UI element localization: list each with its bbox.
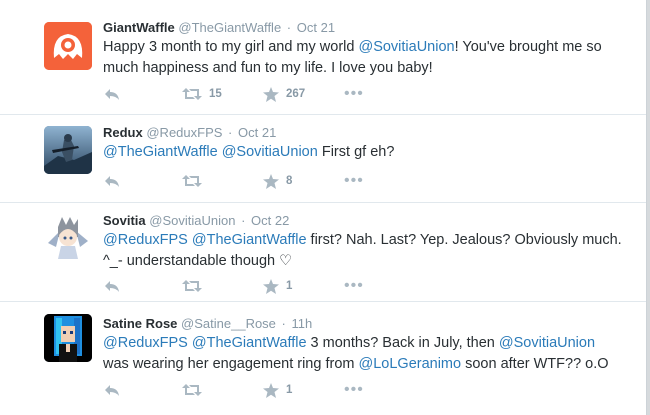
avatar[interactable] [44, 22, 92, 70]
avatar[interactable] [44, 126, 92, 174]
mention-link[interactable]: @TheGiantWaffle [192, 232, 307, 248]
favorite-count: 1 [286, 384, 293, 396]
reply-icon [105, 89, 119, 100]
monster-logo-icon [44, 22, 92, 70]
favorite-count: 8 [286, 175, 293, 187]
more-icon: ••• [344, 277, 364, 294]
tweet-header: Sovitia @SovitiaUnion · Oct 22 [103, 213, 289, 229]
avatar[interactable] [44, 213, 92, 261]
star-icon [263, 278, 279, 294]
tweet-header: Redux @ReduxFPS · Oct 21 [103, 125, 276, 141]
retweet-button[interactable]: 15 [182, 85, 222, 103]
timeline: GiantWaffle @TheGiantWaffle · Oct 21 Hap… [0, 0, 647, 415]
more-button[interactable]: ••• [344, 381, 364, 399]
tweet-item[interactable]: GiantWaffle @TheGiantWaffle · Oct 21 Hap… [0, 0, 646, 115]
mention-link[interactable]: @LoLGeranimo [359, 356, 462, 372]
handle[interactable]: @Satine__Rose [181, 316, 276, 331]
retweet-count: 15 [209, 88, 222, 100]
favorite-button[interactable]: 1 [263, 277, 292, 295]
star-icon [263, 173, 279, 189]
timestamp[interactable]: 11h [292, 316, 313, 331]
reply-button[interactable] [104, 172, 120, 190]
separator: · [241, 213, 246, 228]
more-icon: ••• [344, 85, 364, 102]
handle[interactable]: @ReduxFPS [146, 125, 222, 140]
tweet-text: @ReduxFPS @TheGiantWaffle 3 months? Back… [103, 335, 609, 372]
retweet-button[interactable] [182, 172, 209, 190]
tweet-item[interactable]: Sovitia @SovitiaUnion · Oct 22 @ReduxFPS… [0, 203, 646, 302]
handle[interactable]: @TheGiantWaffle [178, 20, 281, 35]
tweet-header: GiantWaffle @TheGiantWaffle · Oct 21 [103, 20, 335, 36]
mention-link[interactable]: @TheGiantWaffle [192, 335, 307, 351]
more-button[interactable]: ••• [344, 85, 364, 103]
reply-button[interactable] [104, 85, 120, 103]
separator: · [281, 316, 286, 331]
display-name[interactable]: GiantWaffle [103, 20, 175, 35]
reply-button[interactable] [104, 381, 120, 399]
retweet-icon [182, 280, 202, 292]
more-button[interactable]: ••• [344, 172, 364, 190]
reply-icon [105, 176, 119, 187]
avatar[interactable] [44, 314, 92, 362]
star-icon [263, 382, 279, 398]
mention-link[interactable]: @ReduxFPS [103, 335, 188, 351]
tweet-item[interactable]: Satine Rose @Satine__Rose · 11h @ReduxFP… [0, 302, 646, 415]
separator: · [286, 20, 292, 35]
star-icon [263, 86, 279, 102]
mention-link[interactable]: @ReduxFPS [103, 232, 188, 248]
favorite-count: 1 [286, 280, 293, 292]
retweet-icon [182, 175, 202, 187]
reply-icon [105, 385, 119, 396]
more-button[interactable]: ••• [344, 277, 364, 295]
more-icon: ••• [344, 172, 364, 189]
tweet-text: Happy 3 month to my girl and my world @S… [103, 39, 602, 76]
timestamp[interactable]: Oct 21 [297, 20, 335, 35]
display-name[interactable]: Redux [103, 125, 143, 140]
mention-link[interactable]: @SovitiaUnion [358, 39, 454, 55]
retweet-button[interactable] [182, 277, 209, 295]
retweet-button[interactable] [182, 381, 209, 399]
display-name[interactable]: Sovitia [103, 213, 146, 228]
display-name[interactable]: Satine Rose [103, 316, 177, 331]
timestamp[interactable]: Oct 21 [238, 125, 276, 140]
retweet-icon [182, 88, 202, 100]
anime-character-icon [44, 213, 92, 261]
retweet-icon [182, 384, 202, 396]
mention-link[interactable]: @TheGiantWaffle [103, 144, 218, 160]
favorite-button[interactable]: 267 [263, 85, 305, 103]
more-icon: ••• [344, 381, 364, 398]
favorite-button[interactable]: 8 [263, 172, 292, 190]
tweet-text: @TheGiantWaffle @SovitiaUnion First gf e… [103, 144, 395, 160]
tweet-header: Satine Rose @Satine__Rose · 11h [103, 316, 312, 332]
mention-link[interactable]: @SovitiaUnion [222, 144, 318, 160]
reply-button[interactable] [104, 277, 120, 295]
mention-link[interactable]: @SovitiaUnion [499, 335, 595, 351]
pixel-character-icon [44, 314, 92, 362]
soldier-scene-icon [44, 126, 92, 174]
timestamp[interactable]: Oct 22 [251, 213, 289, 228]
handle[interactable]: @SovitiaUnion [149, 213, 235, 228]
separator: · [228, 125, 233, 140]
reply-icon [105, 281, 119, 292]
favorite-button[interactable]: 1 [263, 381, 292, 399]
tweet-text: @ReduxFPS @TheGiantWaffle first? Nah. La… [103, 232, 622, 269]
tweet-item[interactable]: Redux @ReduxFPS · Oct 21 @TheGiantWaffle… [0, 115, 646, 203]
favorite-count: 267 [286, 88, 306, 100]
